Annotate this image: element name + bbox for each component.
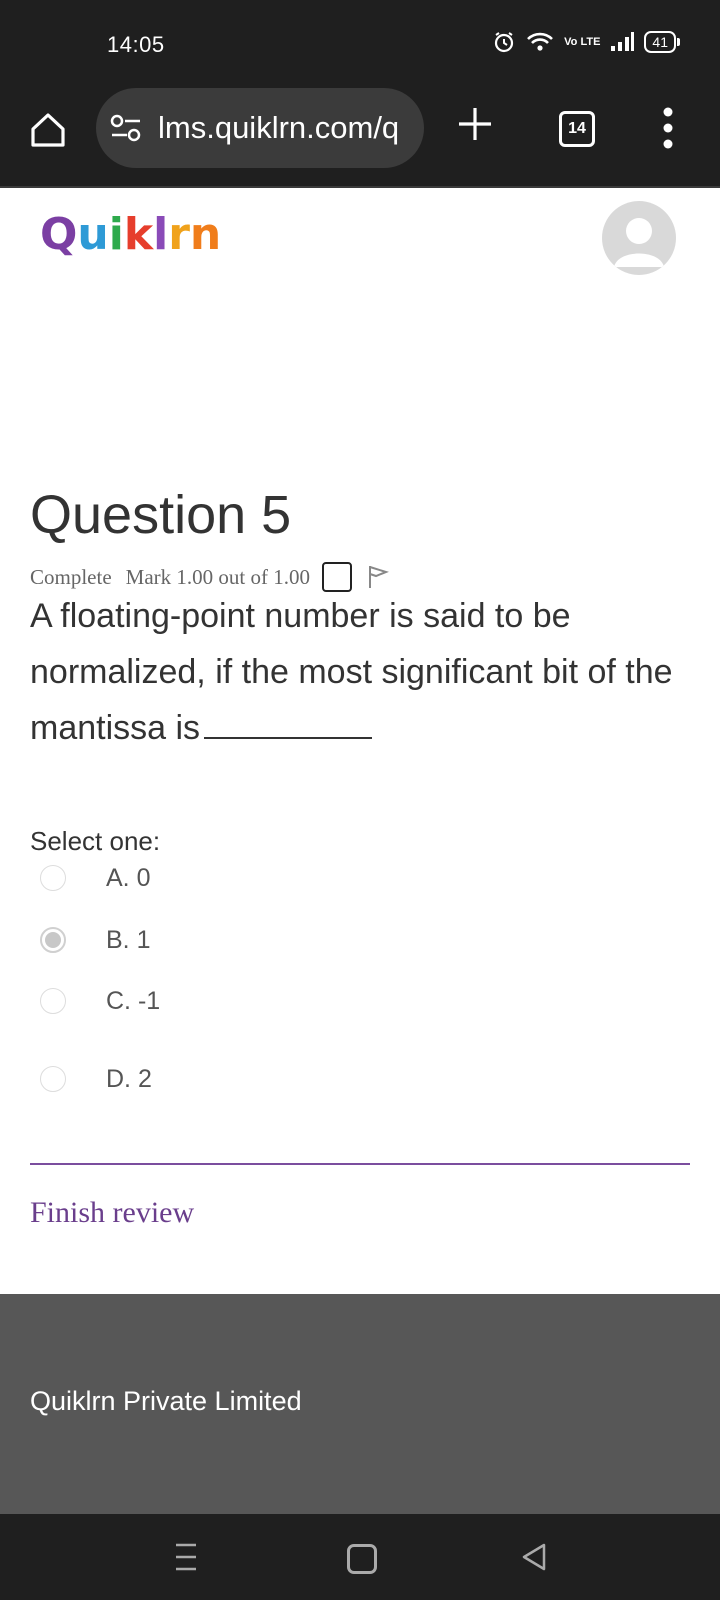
logo-letter: l: [153, 209, 169, 260]
back-icon[interactable]: [520, 1542, 548, 1572]
radio-button-selected[interactable]: [40, 927, 66, 953]
signal-icon: [611, 32, 635, 51]
answer-option-a[interactable]: A. 0: [40, 861, 150, 895]
radio-button[interactable]: [40, 1066, 66, 1092]
logo-letter: r: [168, 209, 190, 260]
radio-button[interactable]: [40, 865, 66, 891]
wifi-icon: [527, 32, 554, 51]
answer-blank: [204, 707, 373, 739]
user-avatar[interactable]: [602, 201, 676, 275]
nav-home-icon[interactable]: [347, 1544, 377, 1574]
question-text: A floating-point number is said to be no…: [30, 588, 700, 756]
answer-option-b[interactable]: B. 1: [40, 923, 150, 957]
tab-switcher-icon[interactable]: 14: [559, 111, 595, 147]
flag-icon[interactable]: [366, 564, 390, 590]
site-header: Q u i k l r n: [0, 188, 720, 283]
answer-label: B. 1: [106, 925, 151, 954]
finish-review-link[interactable]: Finish review: [30, 1196, 194, 1230]
logo-letter: i: [108, 209, 124, 260]
question-mark: Mark 1.00 out of 1.00: [125, 564, 310, 589]
radio-button[interactable]: [40, 988, 66, 1014]
battery-icon: 41: [644, 31, 680, 53]
quiklrn-logo[interactable]: Q u i k l r n: [40, 210, 221, 260]
footer-company: Quiklrn Private Limited: [30, 1386, 302, 1416]
user-icon: [614, 218, 664, 267]
system-navigation-bar: [0, 1514, 720, 1600]
site-settings-icon[interactable]: [110, 114, 142, 142]
status-bar: 14:05 Vo LTE 41: [0, 0, 720, 88]
logo-letter: u: [77, 209, 109, 260]
status-time: 14:05: [107, 32, 165, 57]
url-text: lms.quiklrn.com/q: [158, 110, 400, 145]
new-tab-icon[interactable]: [455, 104, 495, 144]
alarm-icon: [495, 32, 514, 53]
site-footer: Quiklrn Private Limited: [0, 1294, 720, 1514]
address-bar[interactable]: lms.quiklrn.com/q: [96, 88, 424, 168]
volte-label: Vo LTE: [564, 36, 601, 48]
logo-letter: k: [123, 209, 154, 260]
menu-icon[interactable]: [658, 106, 678, 150]
question-title: Question 5: [30, 485, 292, 545]
status-icons: Vo LTE 41: [492, 30, 680, 54]
question-state: Complete: [30, 564, 112, 589]
recent-apps-icon[interactable]: [175, 1542, 197, 1572]
answer-label: A. 0: [106, 863, 151, 892]
select-label: Select one:: [30, 826, 161, 856]
answer-option-d[interactable]: D. 2: [40, 1062, 152, 1096]
logo-letter: n: [189, 209, 222, 260]
logo-letter: Q: [40, 209, 78, 260]
browser-toolbar: lms.quiklrn.com/q 14: [0, 88, 720, 188]
answer-option-c[interactable]: C. -1: [40, 984, 160, 1018]
home-icon[interactable]: [28, 110, 68, 150]
answer-label: D. 2: [106, 1064, 152, 1093]
answer-label: C. -1: [106, 986, 161, 1015]
divider: [30, 1163, 690, 1165]
